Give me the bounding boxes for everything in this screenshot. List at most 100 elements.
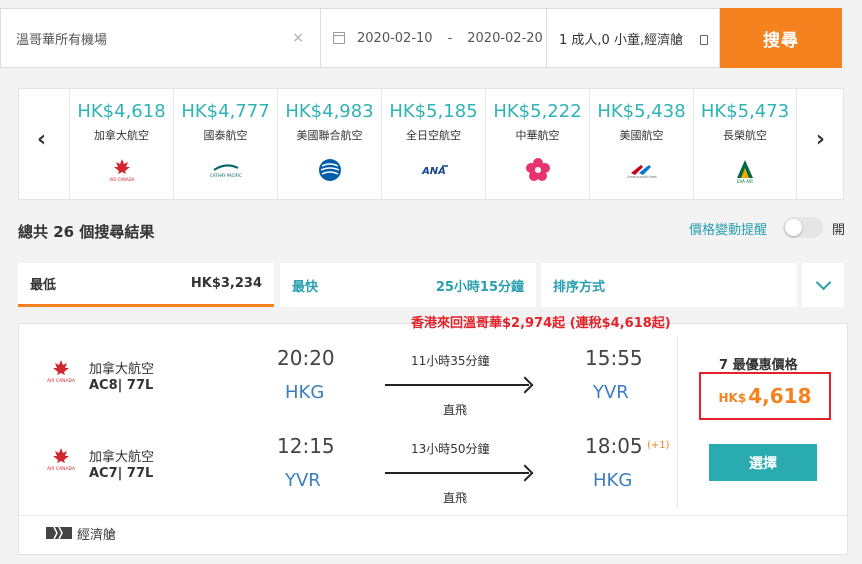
airline-cell[interactable]: HK$4,777 國泰航空 CATHAY PACIFIC — [173, 89, 277, 199]
destination-input[interactable]: 溫哥華所有機場 × — [0, 8, 320, 68]
flight-duration: 13小時50分鐘 — [411, 442, 490, 456]
flight-code: AC7| 77L — [89, 466, 154, 481]
airline-name: 美國航空 — [619, 129, 664, 142]
passenger-select[interactable]: 1 成人,0 小童,經濟艙 — [546, 8, 720, 68]
cathay-pacific-logo-icon: CATHAY PACIFIC — [174, 155, 277, 185]
search-bar: 溫哥華所有機場 × 2020-02-10 - 2020-02-20 1 成人,0… — [0, 8, 862, 68]
best-price-label: 7 最優惠價格 — [719, 358, 798, 373]
tab-sort-by[interactable]: 排序方式 — [541, 263, 797, 307]
air-canada-logo-icon: AIR CANADA — [70, 155, 173, 185]
airline-price-carousel: ‹ HK$4,618 加拿大航空 AIR CANADA HK$4,777 國泰航… — [18, 88, 844, 200]
svg-text:AmericanAirlines: AmericanAirlines — [627, 175, 657, 179]
airline-price: HK$5,185 — [389, 101, 478, 122]
departure-time: 12:15 — [277, 434, 335, 458]
airline-name: 美國聯合航空 — [296, 129, 363, 142]
svg-text:ANA: ANA — [421, 166, 446, 177]
airline-cell[interactable]: HK$5,438 美國航空 AmericanAirlines — [589, 89, 693, 199]
day-offset: (+1) — [647, 440, 670, 451]
price-highlight: HK$ 4,618 — [699, 372, 831, 420]
depart-date: 2020-02-10 — [357, 30, 433, 46]
united-logo-icon — [278, 155, 381, 185]
flight-result-card: 香港來回溫哥華$2,974起 (連稅$4,618起) AIR CANADA 加拿… — [18, 316, 848, 555]
price-value: 4,618 — [748, 384, 812, 408]
airline-price: HK$4,777 — [181, 101, 270, 122]
price-alert-toggle[interactable] — [783, 217, 823, 238]
airline-price: HK$5,222 — [493, 101, 582, 122]
airline-cell[interactable]: HK$5,185 全日空航空 ANA — [381, 89, 485, 199]
air-canada-logo-icon: AIR CANADA — [41, 446, 81, 476]
tab-fastest-value: 25小時15分鐘 — [435, 279, 524, 295]
airline-name: 長榮航空 — [723, 129, 767, 142]
ticket-icon — [46, 525, 72, 544]
arrival-time: 18:05 — [585, 434, 643, 458]
eva-air-logo-icon: EVA AIR — [694, 155, 796, 185]
card-divider — [677, 336, 678, 508]
return-date: 2020-02-20 — [467, 30, 543, 46]
tab-fastest[interactable]: 最快 25小時15分鐘 — [280, 263, 536, 307]
airline-price: HK$4,618 — [77, 101, 166, 122]
destination-value: 溫哥華所有機場 — [16, 32, 108, 48]
card-footer-divider — [19, 515, 847, 516]
chevron-right-icon[interactable]: › — [816, 127, 825, 152]
airline-cell[interactable]: HK$4,983 美國聯合航空 — [277, 89, 381, 199]
departure-time: 20:20 — [277, 346, 335, 370]
airline-cell[interactable]: HK$5,222 中華航空 — [485, 89, 589, 199]
airline-price: HK$5,438 — [597, 101, 686, 122]
arrival-time: 15:55 — [585, 346, 643, 370]
tab-fastest-label: 最快 — [292, 279, 319, 295]
airline-price: HK$4,983 — [285, 101, 374, 122]
airline-name: 加拿大航空 — [89, 450, 155, 465]
stops: 直飛 — [443, 403, 468, 417]
arrow-right-icon — [385, 472, 529, 474]
flight-code: AC8| 77L — [89, 378, 154, 393]
expand-sort-button[interactable] — [802, 263, 844, 307]
departure-airport: YVR — [285, 470, 321, 491]
stops: 直飛 — [443, 491, 468, 505]
airline-cell[interactable]: HK$4,618 加拿大航空 AIR CANADA — [69, 89, 173, 199]
promo-text: 香港來回溫哥華$2,974起 (連稅$4,618起) — [411, 316, 671, 331]
results-total: 總共 26 個搜尋結果 — [18, 223, 155, 241]
price-alert-label[interactable]: 價格變動提醒 — [689, 219, 767, 238]
svg-text:CATHAY PACIFIC: CATHAY PACIFIC — [210, 173, 242, 178]
airline-name: 全日空航空 — [406, 129, 461, 142]
price-alert-state: 開 — [832, 223, 846, 238]
tab-cheapest[interactable]: 最低 HK$3,234 — [18, 263, 274, 307]
svg-text:EVA AIR: EVA AIR — [737, 179, 753, 184]
passenger-value: 1 成人,0 小童,經濟艙 — [559, 32, 684, 48]
arrow-right-icon — [385, 384, 529, 386]
arrival-airport: HKG — [593, 470, 633, 491]
date-separator: - — [447, 30, 453, 46]
airline-price: HK$5,473 — [700, 101, 790, 122]
airline-name: 加拿大航空 — [94, 129, 149, 142]
cabin-class: 經濟艙 — [77, 528, 117, 543]
price-currency: HK$ — [718, 391, 747, 405]
svg-text:AIR CANADA: AIR CANADA — [109, 177, 134, 182]
outbound-leg: AIR CANADA 加拿大航空 AC8| 77L 20:20 HKG 11小時… — [19, 340, 677, 420]
air-canada-logo-icon: AIR CANADA — [41, 358, 81, 388]
china-airlines-logo-icon — [486, 155, 589, 185]
select-button[interactable]: 選擇 — [709, 444, 817, 481]
calendar-icon — [333, 32, 345, 44]
airline-cells: HK$4,618 加拿大航空 AIR CANADA HK$4,777 國泰航空 … — [69, 89, 797, 199]
date-range-input[interactable]: 2020-02-10 - 2020-02-20 — [320, 8, 546, 68]
clear-icon[interactable]: × — [292, 30, 304, 46]
search-button[interactable]: 搜尋 — [720, 8, 842, 68]
return-leg: AIR CANADA 加拿大航空 AC7| 77L 12:15 YVR 13小時… — [19, 428, 677, 508]
tab-cheapest-value: HK$3,234 — [190, 276, 262, 291]
flight-duration: 11小時35分鐘 — [411, 354, 490, 368]
chevron-left-icon[interactable]: ‹ — [37, 127, 46, 152]
dropdown-icon — [700, 35, 708, 45]
airline-name: 中華航空 — [515, 129, 560, 142]
departure-airport: HKG — [285, 382, 325, 403]
chevron-down-icon — [815, 274, 831, 290]
tab-sort-label: 排序方式 — [553, 279, 606, 295]
arrival-airport: YVR — [593, 382, 629, 403]
airline-cell[interactable]: HK$5,473 長榮航空 EVA AIR — [693, 89, 797, 199]
svg-text:AIR CANADA: AIR CANADA — [47, 466, 76, 472]
ana-logo-icon: ANA — [382, 155, 485, 185]
sort-tabs: 最低 HK$3,234 最快 25小時15分鐘 排序方式 — [18, 263, 844, 307]
tab-cheapest-label: 最低 — [30, 278, 57, 293]
american-airlines-logo-icon: AmericanAirlines — [590, 155, 693, 185]
svg-text:AIR CANADA: AIR CANADA — [47, 378, 76, 384]
airline-name: 國泰航空 — [203, 129, 248, 142]
